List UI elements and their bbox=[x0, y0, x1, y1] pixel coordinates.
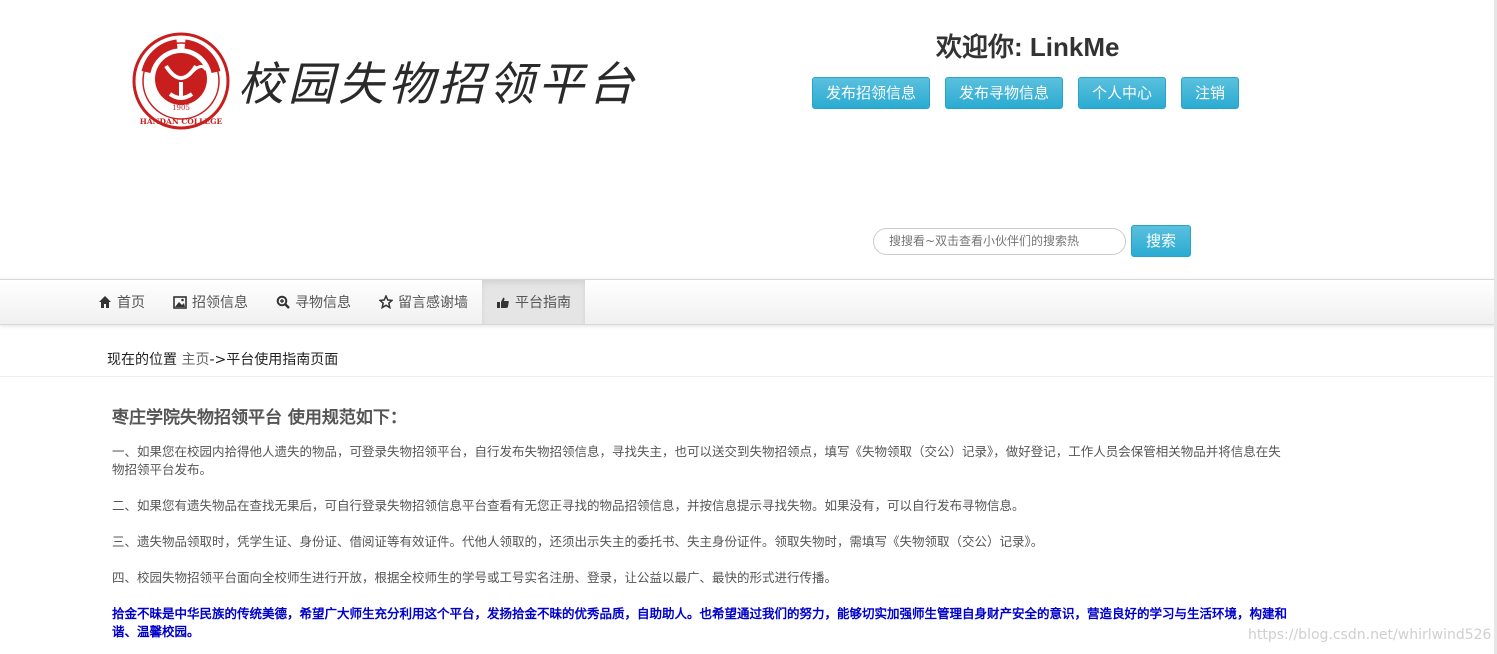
nav-item-thanks-wall[interactable]: 留言感谢墙 bbox=[365, 280, 482, 324]
zoom-icon bbox=[276, 295, 290, 309]
nav-item-label: 寻物信息 bbox=[295, 295, 351, 311]
breadcrumb-prefix: 现在的位置 bbox=[107, 352, 182, 368]
home-icon bbox=[99, 296, 111, 308]
nav-item-label: 首页 bbox=[117, 295, 145, 311]
publish-lost-button[interactable]: 发布寻物信息 bbox=[945, 77, 1064, 109]
nav-item-lost[interactable]: 寻物信息 bbox=[262, 280, 365, 324]
site-logo: 1905 HANDAN COLLEGE 校园失物招领平台 bbox=[132, 32, 638, 130]
guide-content: 枣庄学院失物招领平台 使用规范如下： 一、如果您在校园内拾得他人遗失的物品，可登… bbox=[112, 403, 1292, 654]
breadcrumb-home-link[interactable]: 主页 bbox=[181, 352, 209, 368]
welcome-text: 欢迎你: LinkMe bbox=[936, 32, 1120, 62]
search-bar: 搜索 bbox=[873, 225, 1191, 257]
divider bbox=[0, 376, 1497, 377]
header-actions: 发布招领信息 发布寻物信息 个人中心 注销 bbox=[812, 77, 1254, 109]
search-button[interactable]: 搜索 bbox=[1131, 225, 1191, 257]
publish-found-button[interactable]: 发布招领信息 bbox=[812, 77, 931, 109]
picture-icon bbox=[173, 295, 187, 309]
breadcrumb: 现在的位置 主页->平台使用指南页面 bbox=[107, 349, 338, 369]
search-input[interactable] bbox=[873, 227, 1126, 255]
brand-title: 校园失物招领平台 bbox=[238, 57, 638, 111]
closing-statement: 拾金不昧是中华民族的传统美德，希望广大师生充分利用这个平台，发扬拾金不昧的优秀品… bbox=[112, 606, 1288, 639]
hand-pointer-icon bbox=[497, 297, 509, 308]
seal-text: HANDAN COLLEGE bbox=[140, 117, 223, 126]
watermark: https://blog.csdn.net/whirlwind526 bbox=[1248, 627, 1492, 643]
guide-paragraph-4: 四、校园失物招领平台面向全校师生进行开放，根据全校师生的学号或工号实名注册、登录… bbox=[112, 570, 838, 585]
guide-paragraph-1: 一、如果您在校园内拾得他人遗失的物品，可登录失物招领平台，自行发布失物招领信息，… bbox=[112, 444, 1281, 477]
page-title: 枣庄学院失物招领平台 使用规范如下： bbox=[112, 408, 407, 428]
personal-center-button[interactable]: 个人中心 bbox=[1078, 77, 1167, 109]
nav-item-found[interactable]: 招领信息 bbox=[159, 280, 262, 324]
star-icon bbox=[379, 295, 393, 309]
nav-item-label: 平台指南 bbox=[515, 295, 571, 311]
main-navbar: 首页 招领信息 寻物信息 留言感谢墙 平台指南 bbox=[0, 279, 1497, 325]
nav-item-label: 留言感谢墙 bbox=[398, 295, 468, 311]
seal-year: 1905 bbox=[172, 104, 190, 112]
breadcrumb-current: ->平台使用指南页面 bbox=[209, 352, 339, 368]
nav-item-home[interactable]: 首页 bbox=[84, 280, 159, 324]
logout-button[interactable]: 注销 bbox=[1181, 77, 1240, 109]
guide-paragraph-3: 三、遗失物品领取时，凭学生证、身份证、借阅证等有效证件。代他人领取的，还须出示失… bbox=[112, 534, 1044, 549]
guide-paragraph-2: 二、如果您有遗失物品在查找无果后，可自行登录失物招领信息平台查看有无您正寻找的物… bbox=[112, 498, 1025, 513]
college-seal-icon: 1905 HANDAN COLLEGE bbox=[132, 32, 230, 130]
nav-item-label: 招领信息 bbox=[192, 295, 248, 311]
nav-item-guide[interactable]: 平台指南 bbox=[482, 280, 585, 324]
